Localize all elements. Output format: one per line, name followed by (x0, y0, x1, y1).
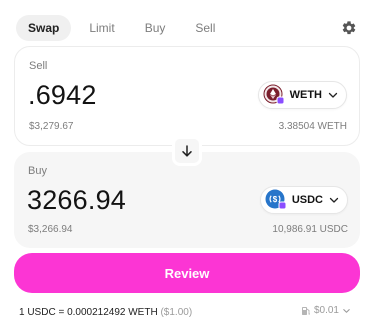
buy-token-selector[interactable]: $ USDC (259, 186, 348, 214)
buy-token-symbol: USDC (291, 194, 323, 206)
swap-widget: Swap Limit Buy Sell Sell .6942 $3,279.67… (0, 0, 374, 329)
sell-amount-input[interactable]: .6942 (28, 80, 97, 111)
buy-panel: Buy 3266.94 $3,266.94 10,986.91 USDC $ U… (14, 152, 360, 248)
buy-label: Buy (28, 165, 47, 177)
buy-balance: 10,986.91 USDC (272, 224, 348, 235)
sell-label: Sell (29, 60, 48, 72)
buy-usd-value: $3,266.94 (28, 224, 73, 235)
buy-amount-input[interactable]: 3266.94 (27, 185, 126, 216)
arrow-down-icon (182, 145, 192, 157)
svg-text:$: $ (273, 195, 278, 204)
sell-usd-value: $3,279.67 (29, 121, 74, 132)
chevron-down-icon (328, 92, 338, 98)
review-button[interactable]: Review (14, 253, 360, 293)
sell-token-symbol: WETH (289, 89, 322, 101)
tab-limit[interactable]: Limit (77, 15, 126, 41)
chevron-down-icon (343, 309, 350, 313)
sell-token-selector[interactable]: WETH (257, 81, 347, 109)
gas-value: $0.01 (313, 305, 339, 316)
switch-tokens-button[interactable] (172, 136, 202, 166)
exchange-rate[interactable]: 1 USDC = 0.000212492 WETH ($1.00) (19, 307, 192, 318)
usdc-token-icon: $ (265, 189, 287, 211)
tab-swap[interactable]: Swap (16, 15, 72, 41)
weth-token-icon (263, 84, 285, 106)
rate-usd: ($1.00) (160, 307, 193, 318)
gas-pump-icon (301, 306, 310, 315)
tab-buy[interactable]: Buy (133, 15, 178, 41)
rate-text: 1 USDC = 0.000212492 WETH (19, 307, 158, 318)
gas-estimate[interactable]: $0.01 (301, 305, 354, 316)
sell-balance: 3.38504 WETH (278, 121, 347, 132)
tab-bar: Swap Limit Buy Sell (16, 15, 233, 41)
tab-sell[interactable]: Sell (183, 15, 227, 41)
chevron-down-icon (329, 197, 339, 203)
sell-panel: Sell .6942 $3,279.67 3.38504 WETH WETH (14, 46, 360, 146)
gear-icon[interactable] (341, 20, 357, 36)
